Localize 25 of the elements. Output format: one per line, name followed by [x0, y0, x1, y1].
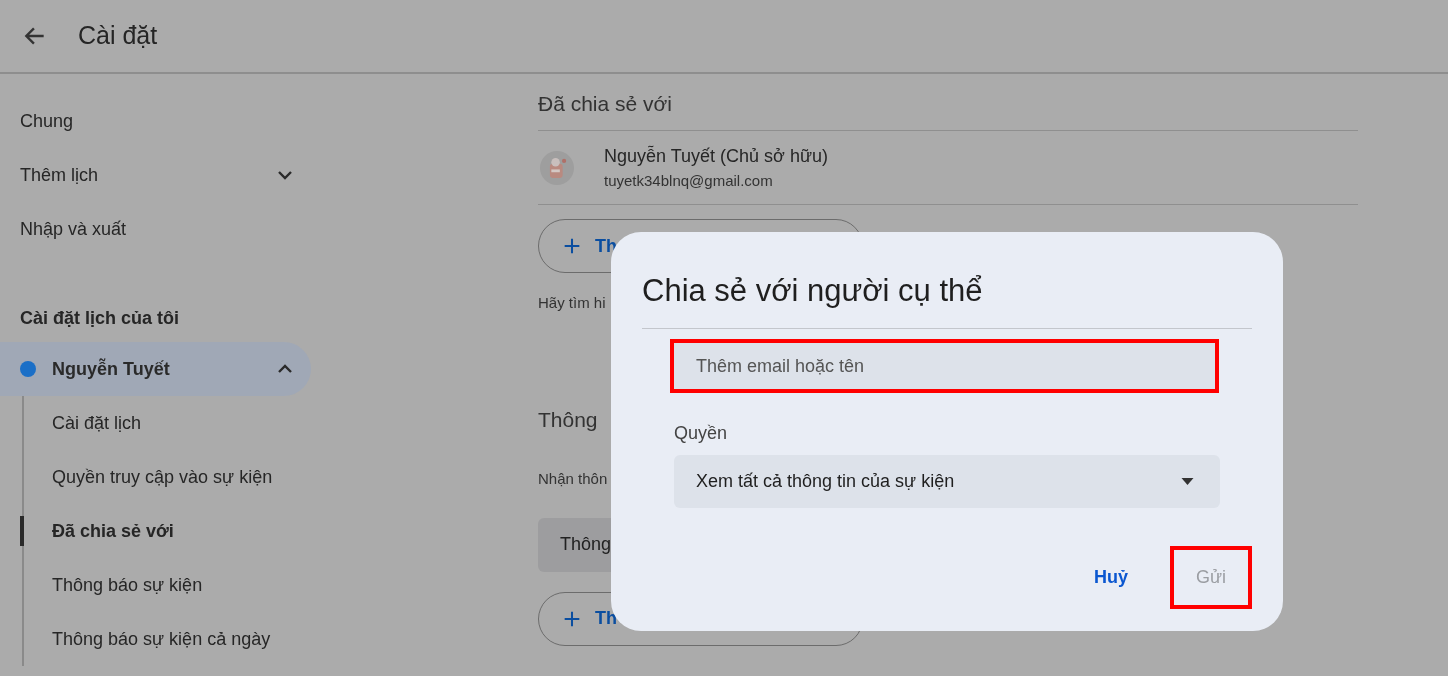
section-heading: Đã chia sẻ với	[538, 74, 1358, 131]
person-email: tuyetk34blnq@gmail.com	[604, 170, 774, 191]
sidebar-item-label: Thêm lịch	[20, 163, 99, 187]
sidebar-subitem[interactable]: Quyền truy cập vào sự kiện	[24, 450, 311, 504]
permission-select[interactable]: Xem tất cả thông tin của sự kiện	[674, 455, 1220, 508]
email-input-field[interactable]: Thêm email hoặc tên	[674, 343, 1215, 389]
sidebar-item[interactable]: Thêm lịch	[0, 148, 311, 202]
sidebar-item[interactable]: Chung	[0, 94, 311, 148]
field-label: Quyền	[674, 422, 729, 445]
description-text: Nhận thôn	[538, 469, 608, 489]
help-text: Hãy tìm hi	[538, 293, 606, 313]
dropdown-caret-icon	[1181, 478, 1194, 485]
dialog-title: Chia sẻ với người cụ thể	[642, 232, 1252, 329]
select-value: Xem tất cả thông tin của sự kiện	[696, 470, 955, 493]
calendar-item[interactable]: Nguyễn Tuyết	[0, 342, 311, 396]
section-heading: Thông	[538, 406, 598, 433]
person-name: Nguyễn Tuyết (Chủ sở hữu)	[604, 144, 828, 168]
cancel-button[interactable]: Huỷ	[1073, 554, 1148, 601]
sidebar-subitem[interactable]: Cài đặt lịch	[24, 396, 311, 450]
calendar-name: Nguyễn Tuyết	[52, 357, 171, 381]
sidebar-subitem[interactable]: Thông báo sự kiện	[24, 558, 311, 612]
sidebar-subitem[interactable]: Thông báo sự kiện cả ngày	[24, 612, 311, 666]
section-title: Cài đặt lịch của tôi	[19, 307, 181, 330]
page-title: Cài đặt	[78, 20, 158, 52]
sidebar-item[interactable]: Nhập và xuất	[0, 202, 311, 256]
